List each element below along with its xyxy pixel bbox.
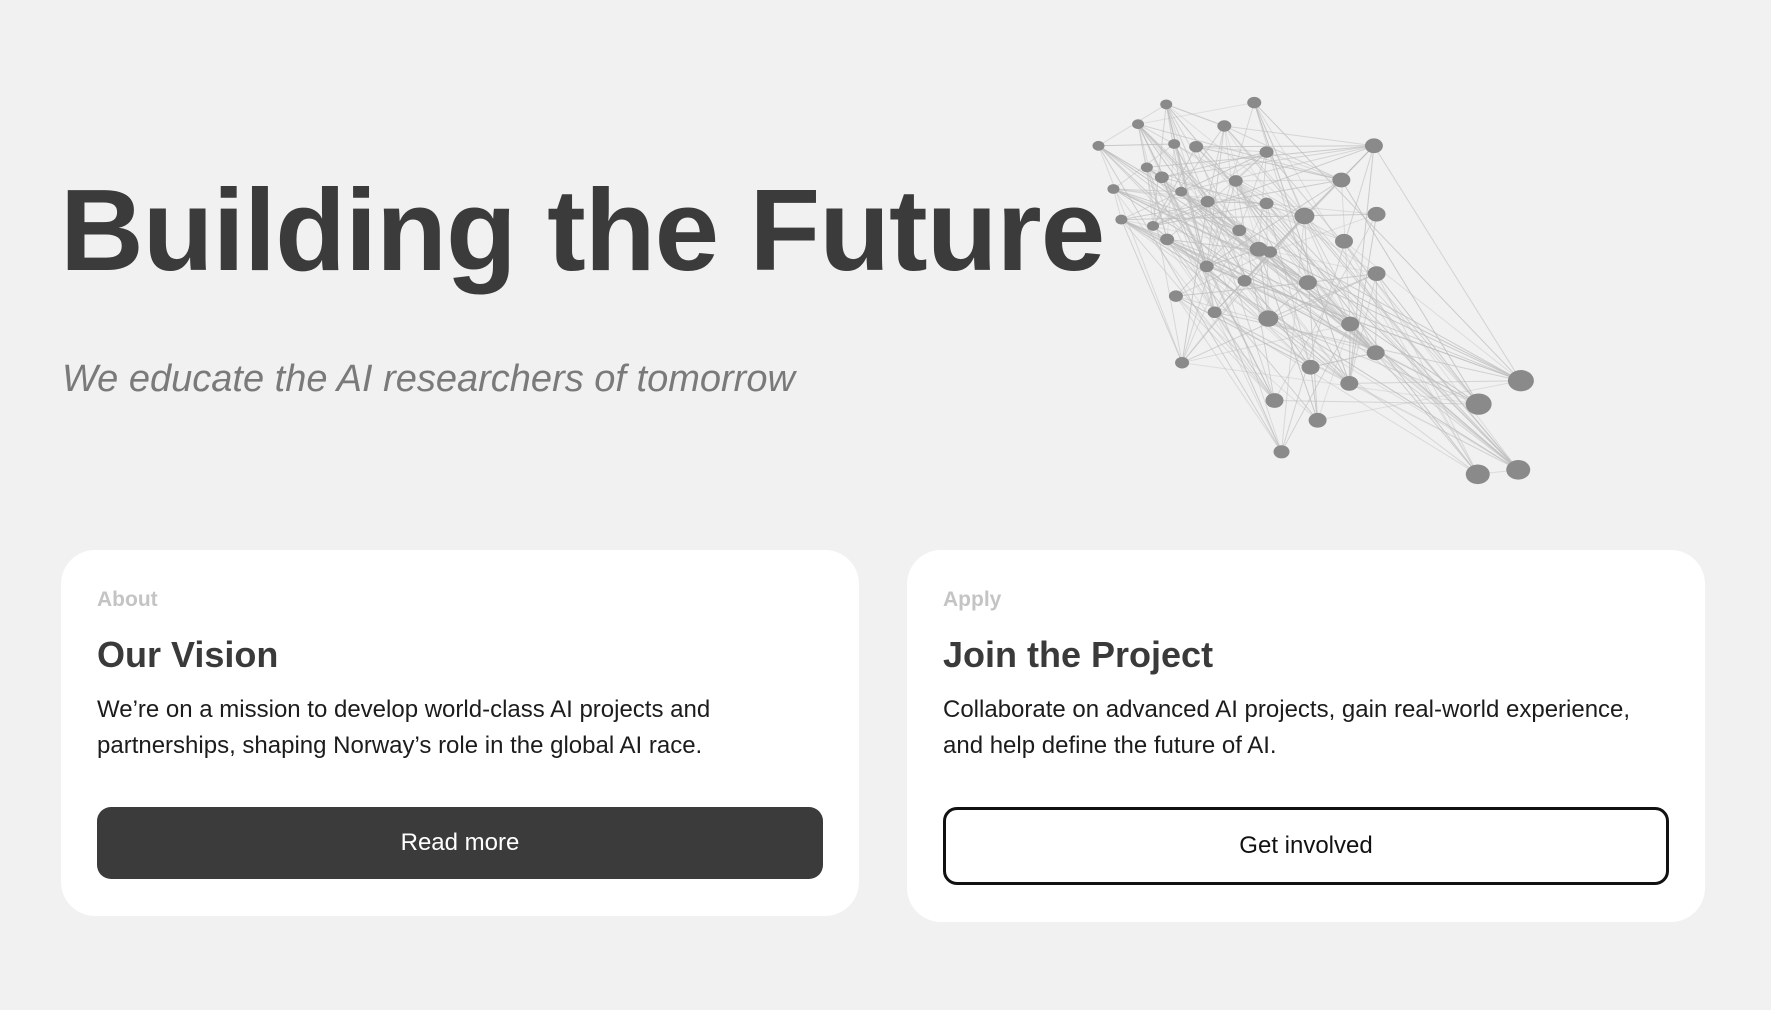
network-edge — [1374, 146, 1521, 381]
apply-card-eyebrow: Apply — [943, 588, 1669, 612]
network-node — [1189, 141, 1203, 152]
network-node — [1169, 290, 1183, 301]
network-edge — [1113, 189, 1520, 381]
network-edge — [1196, 146, 1374, 147]
network-node — [1265, 393, 1283, 408]
about-card-body: We’re on a mission to develop world-clas… — [97, 692, 827, 764]
network-node — [1294, 208, 1314, 224]
network-node — [1309, 413, 1327, 428]
network-node — [1332, 173, 1350, 188]
network-edge — [1098, 146, 1281, 452]
network-node — [1260, 146, 1274, 157]
network-node — [1263, 246, 1277, 257]
network-edge — [1377, 274, 1479, 405]
about-card-title: Our Vision — [97, 634, 823, 676]
network-node — [1506, 460, 1530, 480]
network-edge — [1121, 220, 1518, 470]
network-node — [1247, 97, 1261, 108]
network-edge — [1274, 401, 1478, 405]
network-node — [1302, 360, 1320, 375]
network-node — [1201, 196, 1215, 207]
network-edge — [1138, 103, 1254, 125]
network-node — [1340, 376, 1358, 391]
network-edge — [1376, 274, 1377, 353]
network-node — [1217, 120, 1231, 131]
network-node — [1229, 175, 1243, 186]
network-node — [1335, 234, 1353, 249]
network-node — [1208, 307, 1222, 318]
network-node — [1508, 370, 1534, 391]
about-card-eyebrow: About — [97, 588, 823, 612]
page-subtitle: We educate the AI researchers of tomorro… — [62, 358, 795, 401]
network-node — [1341, 317, 1359, 332]
network-edge — [1267, 203, 1519, 469]
network-node — [1107, 184, 1119, 194]
network-graph-icon — [1080, 90, 1660, 510]
network-node — [1232, 225, 1246, 236]
network-node — [1200, 261, 1214, 272]
network-node — [1367, 345, 1385, 360]
network-node — [1141, 162, 1153, 172]
network-node — [1368, 266, 1386, 281]
network-edge — [1098, 144, 1174, 146]
network-node — [1092, 141, 1104, 151]
network-node — [1299, 275, 1317, 290]
apply-card-body: Collaborate on advanced AI projects, gai… — [943, 692, 1673, 764]
page-title: Building the Future — [60, 172, 1104, 288]
network-node — [1175, 357, 1189, 368]
network-node — [1147, 221, 1159, 231]
read-more-button[interactable]: Read more — [97, 807, 823, 879]
network-node — [1466, 393, 1492, 414]
network-node — [1168, 139, 1180, 149]
network-node — [1274, 445, 1290, 458]
network-node — [1260, 198, 1274, 209]
network-node — [1160, 234, 1174, 245]
network-edge — [1377, 274, 1478, 475]
get-involved-button[interactable]: Get involved — [943, 807, 1669, 885]
network-node — [1132, 119, 1144, 129]
network-node — [1175, 187, 1187, 197]
network-node — [1155, 172, 1169, 183]
network-node — [1238, 275, 1252, 286]
network-node — [1368, 207, 1386, 222]
network-node — [1115, 215, 1127, 225]
apply-card-title: Join the Project — [943, 634, 1669, 676]
network-node — [1160, 99, 1172, 109]
about-card: About Our Vision We’re on a mission to d… — [61, 550, 859, 916]
network-node — [1258, 310, 1278, 326]
network-node — [1365, 138, 1383, 153]
apply-card: Apply Join the Project Collaborate on ad… — [907, 550, 1705, 922]
network-edge — [1236, 180, 1342, 181]
network-node — [1466, 464, 1490, 484]
